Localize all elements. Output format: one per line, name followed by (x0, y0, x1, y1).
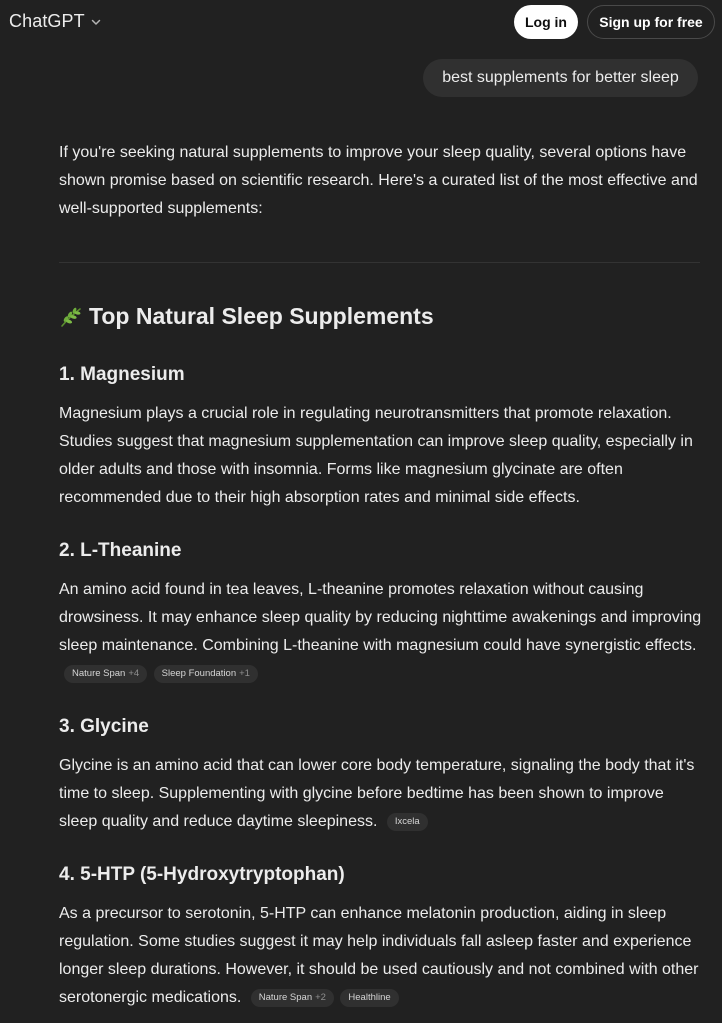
signup-button[interactable]: Sign up for free (587, 5, 715, 39)
section-heading-magnesium: 1. Magnesium (59, 364, 185, 385)
user-message-bubble: best supplements for better sleep (423, 59, 698, 97)
section-body-5-htp: As a precursor to serotonin, 5-HTP can e… (59, 900, 704, 1012)
section-text: Glycine is an amino acid that can lower … (59, 757, 695, 830)
section-body-glycine: Glycine is an amino acid that can lower … (59, 752, 704, 836)
section-body-magnesium: Magnesium plays a crucial role in regula… (59, 400, 704, 512)
assistant-intro: If you're seeking natural supplements to… (59, 139, 704, 223)
intro-paragraph: If you're seeking natural supplements to… (59, 144, 698, 217)
herb-icon (61, 307, 81, 327)
citation-chip[interactable]: Ixcela (386, 813, 428, 831)
citation-chip[interactable]: Healthline (340, 989, 399, 1007)
login-button[interactable]: Log in (514, 5, 578, 39)
citation-chip[interactable]: Nature Span +4 (64, 665, 148, 683)
main-heading: Top Natural Sleep Supplements (59, 303, 434, 330)
citation-chip[interactable]: Nature Span +2 (250, 989, 334, 1007)
app-name: ChatGPT (9, 11, 85, 31)
section-heading-5-htp: 4. 5-HTP (5-Hydroxytryptophan) (59, 864, 345, 885)
section-heading-l-theanine: 2. L-Theanine (59, 540, 182, 561)
top-bar: ChatGPT Log in Sign up for free (0, 0, 722, 44)
section-text: Magnesium plays a crucial role in regula… (59, 405, 693, 506)
chevron-down-icon (91, 19, 100, 25)
section-heading-glycine: 3. Glycine (59, 716, 149, 737)
divider (59, 262, 700, 263)
citation-chip[interactable]: Sleep Foundation +1 (153, 665, 258, 683)
section-body-l-theanine: An amino acid found in tea leaves, L-the… (59, 576, 704, 688)
model-selector[interactable]: ChatGPT (9, 11, 102, 32)
section-text: An amino acid found in tea leaves, L-the… (59, 581, 702, 654)
main-heading-text: Top Natural Sleep Supplements (89, 303, 434, 329)
